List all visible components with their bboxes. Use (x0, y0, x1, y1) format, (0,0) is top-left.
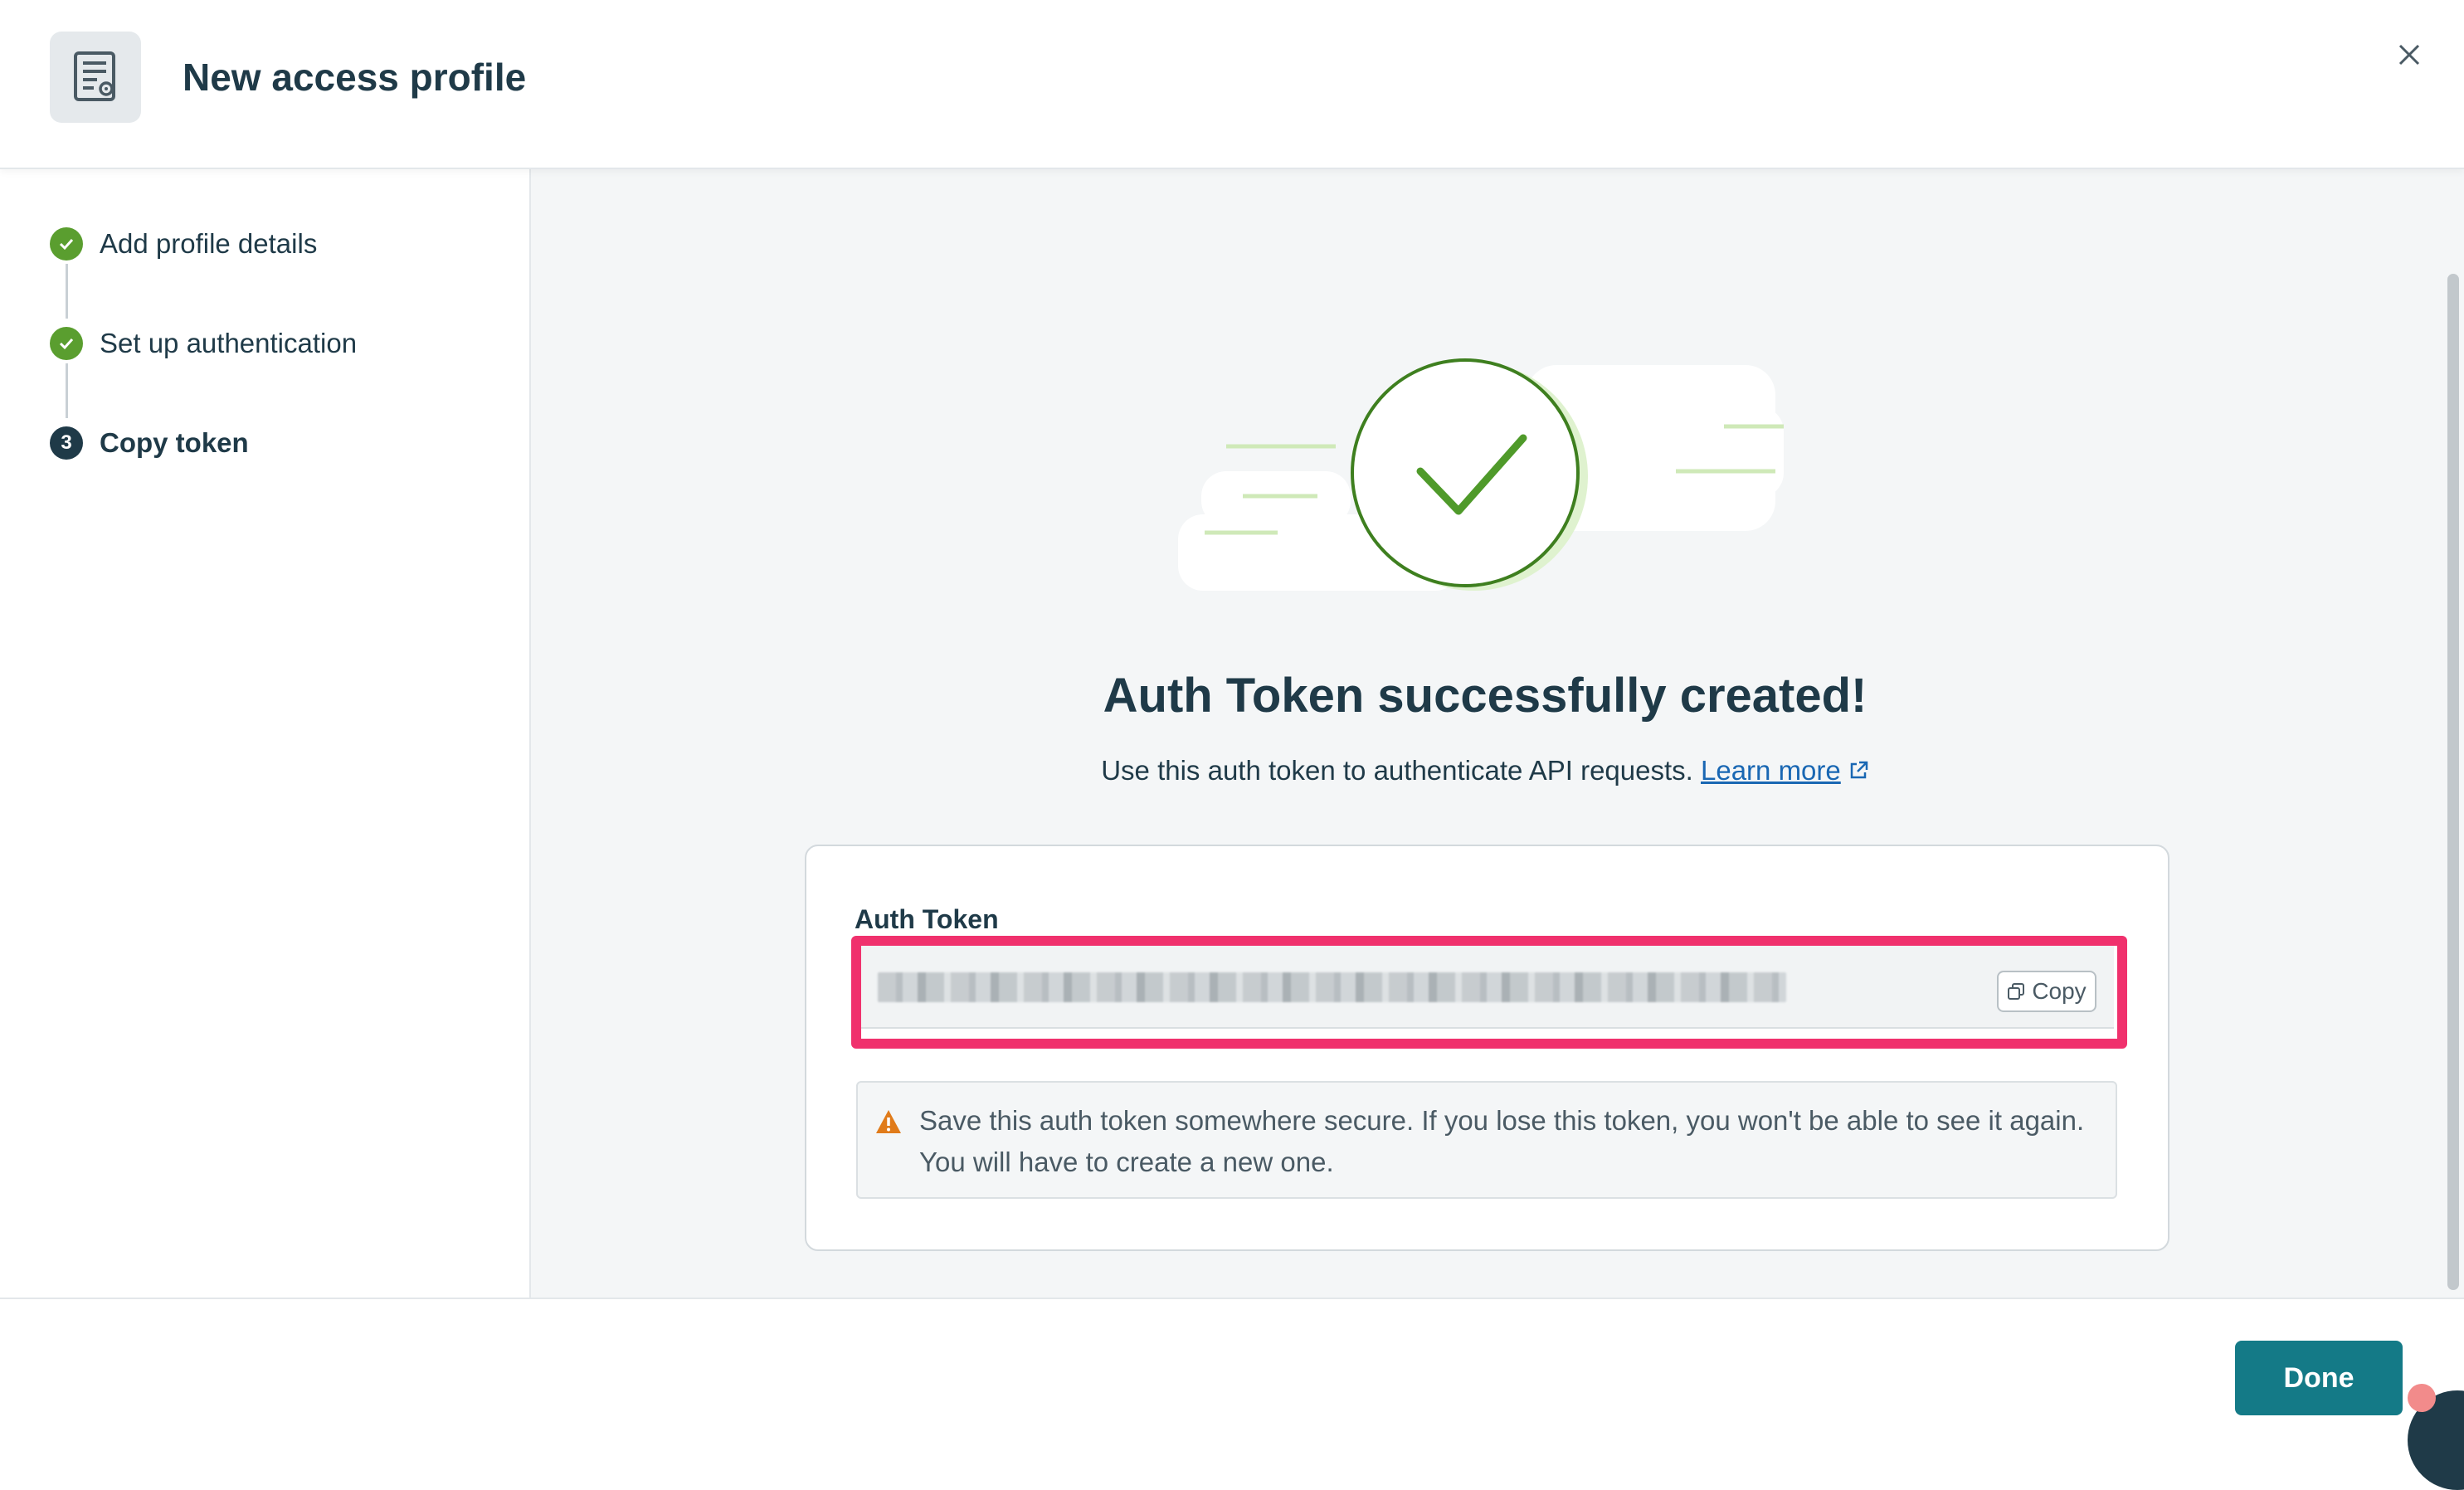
modal-header: New access profile (0, 0, 2464, 169)
step-copy-token[interactable]: 3 Copy token (50, 425, 249, 461)
profile-document-icon (50, 32, 141, 123)
success-subtitle: Use this auth token to authenticate API … (531, 755, 2439, 788)
done-button[interactable]: Done (2235, 1341, 2403, 1415)
modal-title: New access profile (183, 56, 527, 99)
step-label: Add profile details (100, 228, 318, 259)
check-icon (50, 227, 83, 261)
learn-more-link[interactable]: Learn more (1701, 755, 1841, 786)
success-checkmark-illustration (1178, 358, 1784, 591)
copy-button[interactable]: Copy (1997, 971, 2096, 1012)
subtitle-text: Use this auth token to authenticate API … (1101, 755, 1693, 786)
auth-token-label: Auth Token (855, 904, 999, 934)
step-connector (66, 264, 68, 319)
warning-text: Save this auth token somewhere secure. I… (919, 1105, 2085, 1177)
copy-label: Copy (2032, 978, 2087, 1004)
notification-dot (2408, 1384, 2436, 1412)
step-label: Set up authentication (100, 328, 358, 358)
step-set-up-authentication[interactable]: Set up authentication (50, 325, 357, 362)
warning-icon (876, 1110, 901, 1133)
step-label: Copy token (100, 427, 249, 458)
success-title: Auth Token successfully created! (1103, 669, 1867, 723)
external-link-icon[interactable] (1848, 757, 1869, 788)
step-number-badge: 3 (50, 426, 83, 460)
step-connector (66, 363, 68, 418)
auth-token-value-redacted (878, 972, 1786, 1002)
close-icon[interactable] (2389, 35, 2429, 75)
modal-footer (0, 1298, 2464, 1452)
copy-icon (2008, 983, 2025, 1000)
step-add-profile-details[interactable]: Add profile details (50, 226, 317, 262)
check-icon (50, 327, 83, 360)
scrollbar[interactable] (2447, 274, 2459, 1290)
